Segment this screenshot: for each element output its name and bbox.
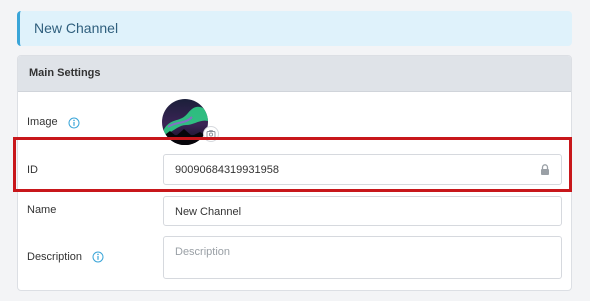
main-settings-title: Main Settings <box>29 67 101 79</box>
new-channel-banner: New Channel <box>17 11 572 46</box>
channel-image-avatar[interactable] <box>162 99 208 145</box>
main-settings-header: Main Settings <box>18 56 571 92</box>
image-label: Image <box>27 116 58 128</box>
description-field[interactable]: Description <box>163 236 562 279</box>
main-settings-panel: Main Settings Image ID 90090684319931958… <box>17 55 572 291</box>
name-label: Name <box>27 204 57 216</box>
camera-icon <box>206 130 216 138</box>
name-value: New Channel <box>175 206 242 218</box>
name-field[interactable]: New Channel <box>163 196 562 226</box>
info-icon[interactable] <box>92 251 104 263</box>
lock-icon <box>541 164 549 175</box>
change-image-button[interactable] <box>203 126 219 142</box>
description-placeholder: Description <box>175 246 231 258</box>
info-icon[interactable] <box>68 117 80 129</box>
banner-title: New Channel <box>34 20 119 36</box>
id-label: ID <box>27 164 38 176</box>
description-label: Description <box>27 251 83 263</box>
id-field[interactable]: 90090684319931958 <box>163 154 562 185</box>
id-value: 90090684319931958 <box>175 164 280 176</box>
